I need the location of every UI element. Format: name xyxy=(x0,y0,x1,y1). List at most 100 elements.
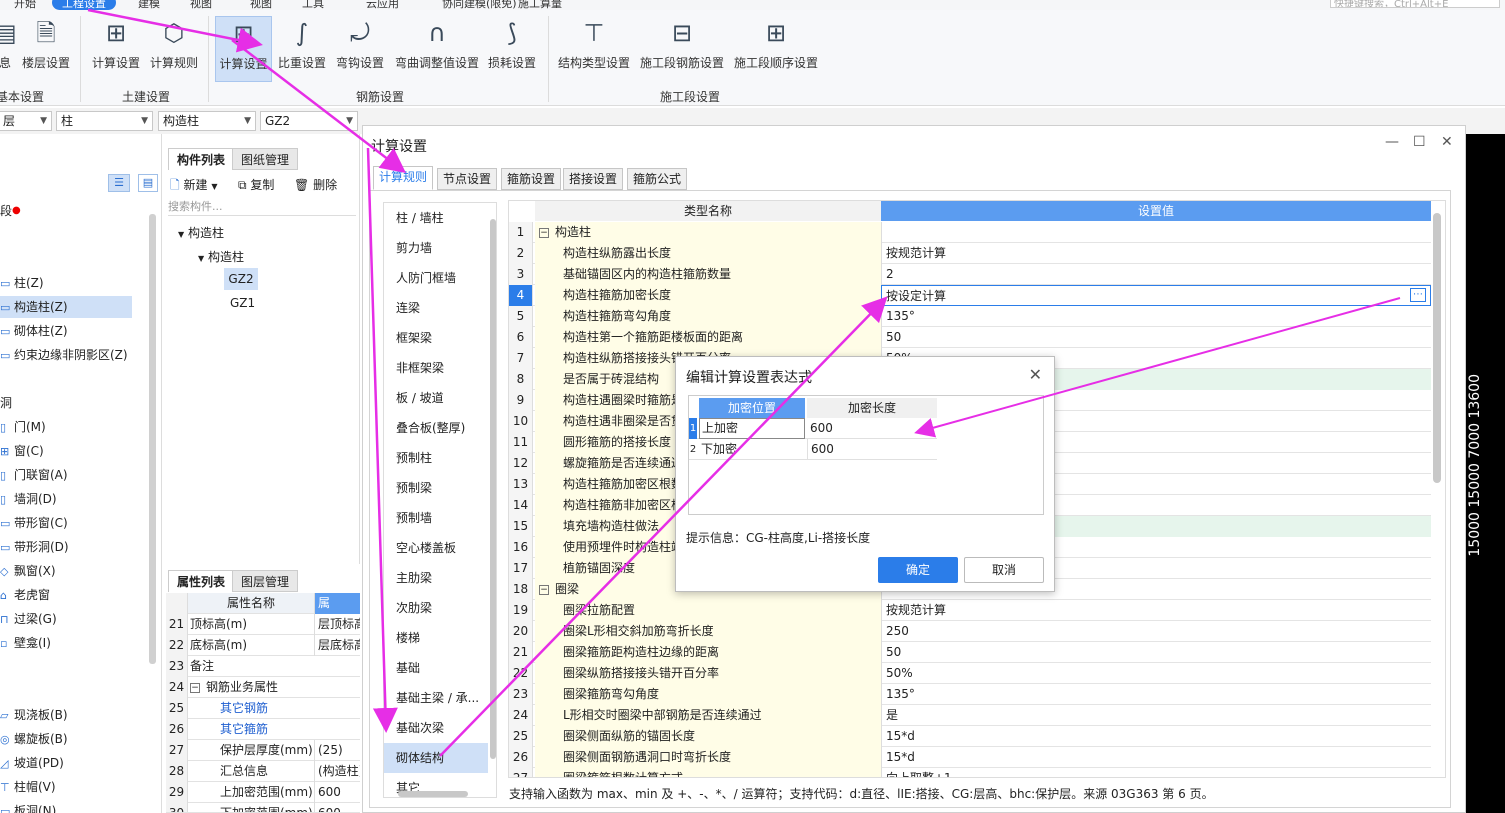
tree-item-slab-hole[interactable]: ▭ 板洞(N) xyxy=(0,800,56,813)
position-cell[interactable]: 上加密 xyxy=(699,418,805,439)
property-row[interactable]: 21顶标高(m) 层顶标高 xyxy=(166,614,360,635)
settings-row[interactable]: 25 圈梁侧面纵筋的锚固长度 15*d xyxy=(509,726,1431,747)
property-row[interactable]: 30 下加密范围(mm) 600 xyxy=(166,803,360,813)
category-scrollbar[interactable] xyxy=(490,219,496,759)
tree-item-ramp[interactable]: ◿ 坡道(PD) xyxy=(0,752,64,774)
tree-item-column-cap[interactable]: ⊤ 柱帽(V) xyxy=(0,776,56,798)
category-item[interactable]: 预制柱 xyxy=(384,443,488,473)
segment-rebar-button[interactable]: ⊟ 施工段钢筋设置 xyxy=(638,16,726,82)
menu-tab-view[interactable]: 视图 xyxy=(190,0,212,10)
property-row[interactable]: 27 保护层厚度(mm) (25) xyxy=(166,740,360,761)
property-row[interactable]: 22底标高(m) 层底标高 xyxy=(166,635,360,656)
settings-row[interactable]: 27 圈梁箍筋根数计算方式 向上取整+1 xyxy=(509,768,1431,777)
category-item[interactable]: 基础 xyxy=(384,653,488,683)
position-cell[interactable]: 下加密 xyxy=(699,439,805,460)
maximize-icon[interactable]: ☐ xyxy=(1413,134,1426,150)
grid-scrollbar[interactable] xyxy=(1433,213,1441,483)
category-item[interactable]: 预制墙 xyxy=(384,503,488,533)
tab-stirrup-formula[interactable]: 箍筋公式 xyxy=(627,168,688,190)
tree-item-strip-hole[interactable]: ▭ 带形洞(D) xyxy=(0,536,69,558)
category-item[interactable]: 次肋梁 xyxy=(384,593,488,623)
setting-value[interactable]: 按设定计算 ⋯ xyxy=(881,285,1431,306)
settings-row[interactable]: 2 构造柱纵筋露出长度 按规范计算 xyxy=(509,243,1431,264)
menu-tab-view2[interactable]: 视图 xyxy=(250,0,272,10)
expression-row[interactable]: 1 上加密 600 xyxy=(689,418,937,439)
property-row[interactable]: 26 其它箍筋 xyxy=(166,719,360,740)
info-button[interactable]: ▤ 息 xyxy=(0,16,17,82)
tree-node-child[interactable]: ▼ 构造柱 xyxy=(198,248,244,265)
component-gz2[interactable]: GZ2 xyxy=(224,268,258,290)
hook-settings-button[interactable]: ⤾ 弯钩设置 xyxy=(334,16,386,82)
category-item[interactable]: 空心楼盖板 xyxy=(384,533,488,563)
setting-value[interactable]: 15*d xyxy=(881,726,1431,747)
item-select[interactable]: GZ2 ▼ xyxy=(260,111,358,131)
setting-value[interactable]: 是 xyxy=(881,705,1431,726)
tree-item-lintel[interactable]: ⊓ 过梁(G) xyxy=(0,608,57,630)
type-select[interactable]: 构造柱 ▼ xyxy=(158,111,256,131)
setting-value[interactable]: 50 xyxy=(881,327,1431,348)
tab-lap-settings[interactable]: 搭接设置 xyxy=(563,168,624,190)
ok-button[interactable]: 确定 xyxy=(878,557,958,583)
floor-settings-button[interactable]: 🗎 楼层设置 xyxy=(20,16,72,82)
category-item[interactable]: 楼梯 xyxy=(384,623,488,653)
expression-row[interactable]: 2 下加密 600 xyxy=(689,439,937,460)
property-row[interactable]: 28 汇总信息 (构造柱) xyxy=(166,761,360,782)
property-row[interactable]: 23 备注 xyxy=(166,656,360,677)
tab-node-settings[interactable]: 节点设置 xyxy=(437,168,498,190)
detail-view-icon[interactable]: ▤ xyxy=(138,174,158,192)
settings-row[interactable]: 26 圈梁侧面钢筋遇洞口时弯折长度 15*d xyxy=(509,747,1431,768)
category-hscrollbar[interactable] xyxy=(398,791,468,797)
category-item[interactable]: 基础主梁 / 承... xyxy=(384,683,488,713)
menu-tab-start[interactable]: 开始 xyxy=(14,0,36,10)
setting-value[interactable]: 按规范计算 xyxy=(881,243,1431,264)
collapse-icon[interactable]: − xyxy=(539,584,549,595)
category-item[interactable]: 人防门框墙 xyxy=(384,263,488,293)
category-item[interactable]: 板 / 坡道 xyxy=(384,383,488,413)
component-gz1[interactable]: GZ1 xyxy=(230,296,255,310)
property-row[interactable]: 25 其它钢筋 xyxy=(166,698,360,719)
property-row[interactable]: 29 上加密范围(mm) 600 xyxy=(166,782,360,803)
category-item[interactable]: 柱 / 墙柱 xyxy=(384,203,488,233)
settings-row[interactable]: 21 圈梁箍筋距构造柱边缘的距离 50 xyxy=(509,642,1431,663)
menu-tab-tools[interactable]: 工具 xyxy=(302,0,324,10)
category-item[interactable]: 基础次梁 xyxy=(384,713,488,743)
tree-item-slab[interactable]: ▱ 现浇板(B) xyxy=(0,704,68,726)
category-item[interactable]: 预制梁 xyxy=(384,473,488,503)
setting-value[interactable]: 50% xyxy=(881,663,1431,684)
setting-value[interactable] xyxy=(881,222,1431,243)
tree-item-construction-column[interactable]: ▭ 构造柱(Z) xyxy=(0,296,132,318)
tree-item-door[interactable]: ▯ 门(M) xyxy=(0,416,46,438)
menu-tab-construction[interactable]: 施工算量 xyxy=(518,0,562,10)
tree-item-wall-hole[interactable]: ▯ 墙洞(D) xyxy=(0,488,57,510)
settings-row[interactable]: 1− 构造柱 xyxy=(509,222,1431,243)
tab-properties[interactable]: 属性列表 xyxy=(168,570,235,592)
category-item-masonry[interactable]: 砌体结构 xyxy=(384,743,488,773)
length-cell[interactable]: 600 xyxy=(807,418,937,439)
category-item[interactable]: 非框架梁 xyxy=(384,353,488,383)
bend-adjust-button[interactable]: ∩ 弯曲调整值设置 xyxy=(392,16,482,82)
settings-row[interactable]: 5 构造柱箍筋弯勾角度 135° xyxy=(509,306,1431,327)
property-row-group[interactable]: 24− 钢筋业务属性 xyxy=(166,677,360,698)
setting-value[interactable]: 50 xyxy=(881,642,1431,663)
close-icon[interactable]: ✕ xyxy=(1029,365,1042,384)
new-button[interactable]: 🗋 新建 ▼ xyxy=(170,176,217,197)
settings-row[interactable]: 22 圈梁纵筋搭接接头错开百分率 50% xyxy=(509,663,1431,684)
category-item[interactable]: 叠合板(整厚) xyxy=(384,413,488,443)
cad-canvas[interactable]: 15000 15000 7000 13600 xyxy=(1466,134,1505,813)
tab-calc-rules[interactable]: 计算规则 xyxy=(373,166,434,190)
tree-item-dormer[interactable]: ⌂ 老虎窗 xyxy=(0,584,50,606)
tab-stirrup-settings[interactable]: 箍筋设置 xyxy=(501,168,562,190)
category-item[interactable]: 主肋梁 xyxy=(384,563,488,593)
calc-rules-button[interactable]: ⬡ 计算规则 xyxy=(148,16,200,82)
tab-drawing-management[interactable]: 图纸管理 xyxy=(232,148,299,170)
settings-row[interactable]: 6 构造柱第一个箍筋距楼板面的距离 50 xyxy=(509,327,1431,348)
setting-value[interactable]: 250 xyxy=(881,621,1431,642)
setting-value[interactable]: 15*d xyxy=(881,747,1431,768)
floor-select[interactable]: 层 ▼ xyxy=(0,111,52,131)
settings-row[interactable]: 24 L形相交时圈梁中部钢筋是否连续通过是 xyxy=(509,705,1431,726)
tree-item-spiral-slab[interactable]: ◎ 螺旋板(B) xyxy=(0,728,68,750)
setting-value[interactable]: 按规范计算 xyxy=(881,600,1431,621)
collapse-icon[interactable]: − xyxy=(539,227,549,238)
category-select[interactable]: 柱 ▼ xyxy=(56,111,153,131)
tree-node-root[interactable]: ▼ 构造柱 xyxy=(178,224,224,241)
